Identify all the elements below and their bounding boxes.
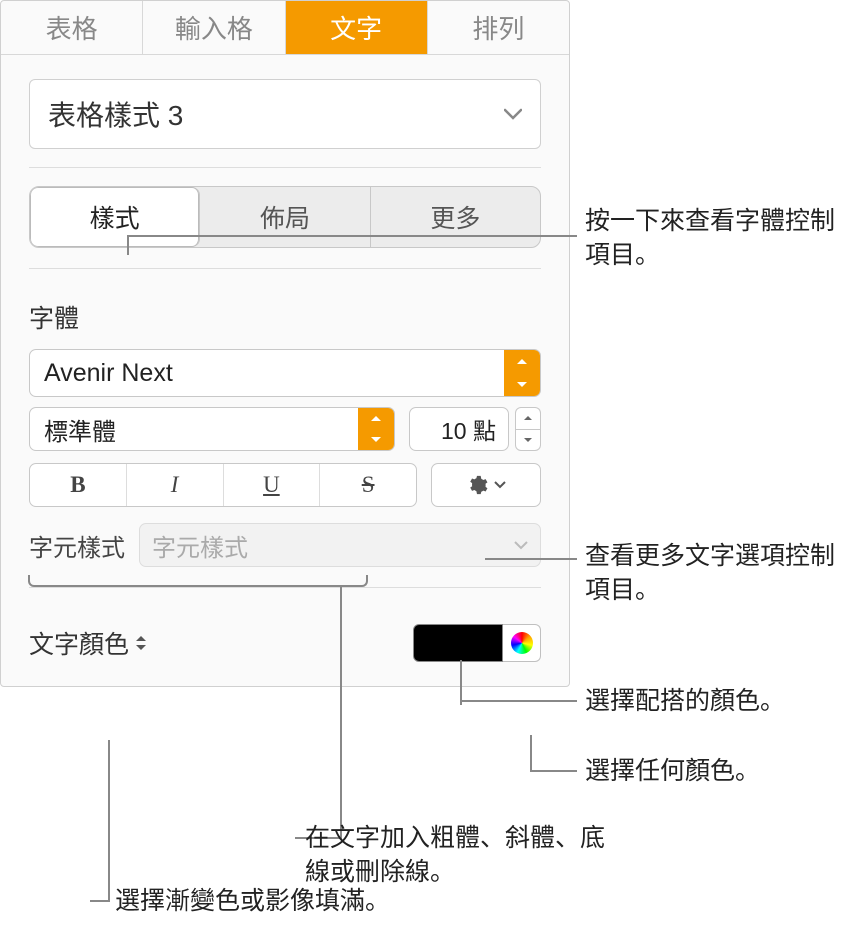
bold-button[interactable]: B [30,464,127,506]
callout-text: 選擇配搭的顏色。 [585,685,845,719]
font-family-select[interactable]: Avenir Next [29,349,541,397]
chevron-down-icon [504,108,522,120]
font-size-input[interactable]: 10 點 [409,407,509,451]
typeface-value: 標準體 [30,412,130,447]
font-section-label: 字體 [29,299,541,335]
callout-line [127,235,129,255]
paragraph-style-select[interactable]: 表格樣式 3 [29,79,541,149]
chevron-up-icon [504,350,540,373]
chevron-up-icon [515,407,541,429]
callout-text: 查看更多文字選項控制項目。 [585,540,845,608]
font-size-control: 10 點 [409,407,541,451]
color-wheel-icon [511,632,533,654]
italic-button[interactable]: I [127,464,224,506]
callout-line [485,558,577,560]
chevron-down-icon [494,481,506,489]
subtab-style[interactable]: 樣式 [30,187,200,247]
callout-line [340,587,342,837]
callout-line [90,900,110,902]
strikethrough-button[interactable]: S [320,464,416,506]
font-family-value: Avenir Next [30,359,504,388]
chevron-down-icon [358,429,394,450]
callout-line [108,740,110,900]
callout-line [460,660,462,705]
divider [29,268,541,269]
tab-table[interactable]: 表格 [1,1,143,54]
subtab-more[interactable]: 更多 [371,187,540,247]
divider [29,167,541,168]
color-wheel-button[interactable] [503,624,541,662]
typeface-select[interactable]: 標準體 [29,407,395,451]
divider [29,587,541,588]
updown-icon [135,635,147,651]
callout-line [460,700,577,702]
character-style-placeholder: 字元樣式 [152,528,248,563]
gear-icon [466,474,488,496]
subtab-layout[interactable]: 佈局 [200,187,370,247]
color-swatch-button[interactable] [413,624,503,662]
callout-line [530,735,532,770]
paragraph-style-value: 表格樣式 3 [48,94,183,134]
callout-text: 選擇漸變色或影像填滿。 [115,885,435,919]
tab-text[interactable]: 文字 [286,1,428,54]
character-style-select[interactable]: 字元樣式 [139,523,541,567]
callout-line [127,235,577,237]
callout-text: 選擇任何顏色。 [585,755,845,789]
callout-bracket [28,575,368,587]
text-color-label: 文字顏色 [29,625,129,661]
callout-text: 在文字加入粗體、斜體、底線或刪除線。 [305,822,625,890]
tab-arrange[interactable]: 排列 [428,1,569,54]
chevron-down-icon [504,373,540,396]
color-controls [413,624,541,662]
advanced-options-button[interactable] [431,463,541,507]
callout-line [530,770,577,772]
chevron-down-icon [515,429,541,452]
callout-text: 按一下來查看字體控制項目。 [585,205,845,273]
typeface-stepper[interactable] [358,408,394,450]
chevron-up-icon [358,408,394,429]
font-family-stepper[interactable] [504,350,540,396]
text-style-group: B I U S [29,463,417,507]
top-tabs: 表格 輸入格 文字 排列 [1,1,569,55]
subtabs: 樣式 佈局 更多 [29,186,541,248]
character-style-label: 字元樣式 [29,528,125,563]
underline-button[interactable]: U [224,464,321,506]
text-color-button[interactable]: 文字顏色 [29,625,147,661]
chevron-down-icon [514,541,528,550]
font-size-stepper[interactable] [515,407,541,451]
tab-cell[interactable]: 輸入格 [143,1,285,54]
